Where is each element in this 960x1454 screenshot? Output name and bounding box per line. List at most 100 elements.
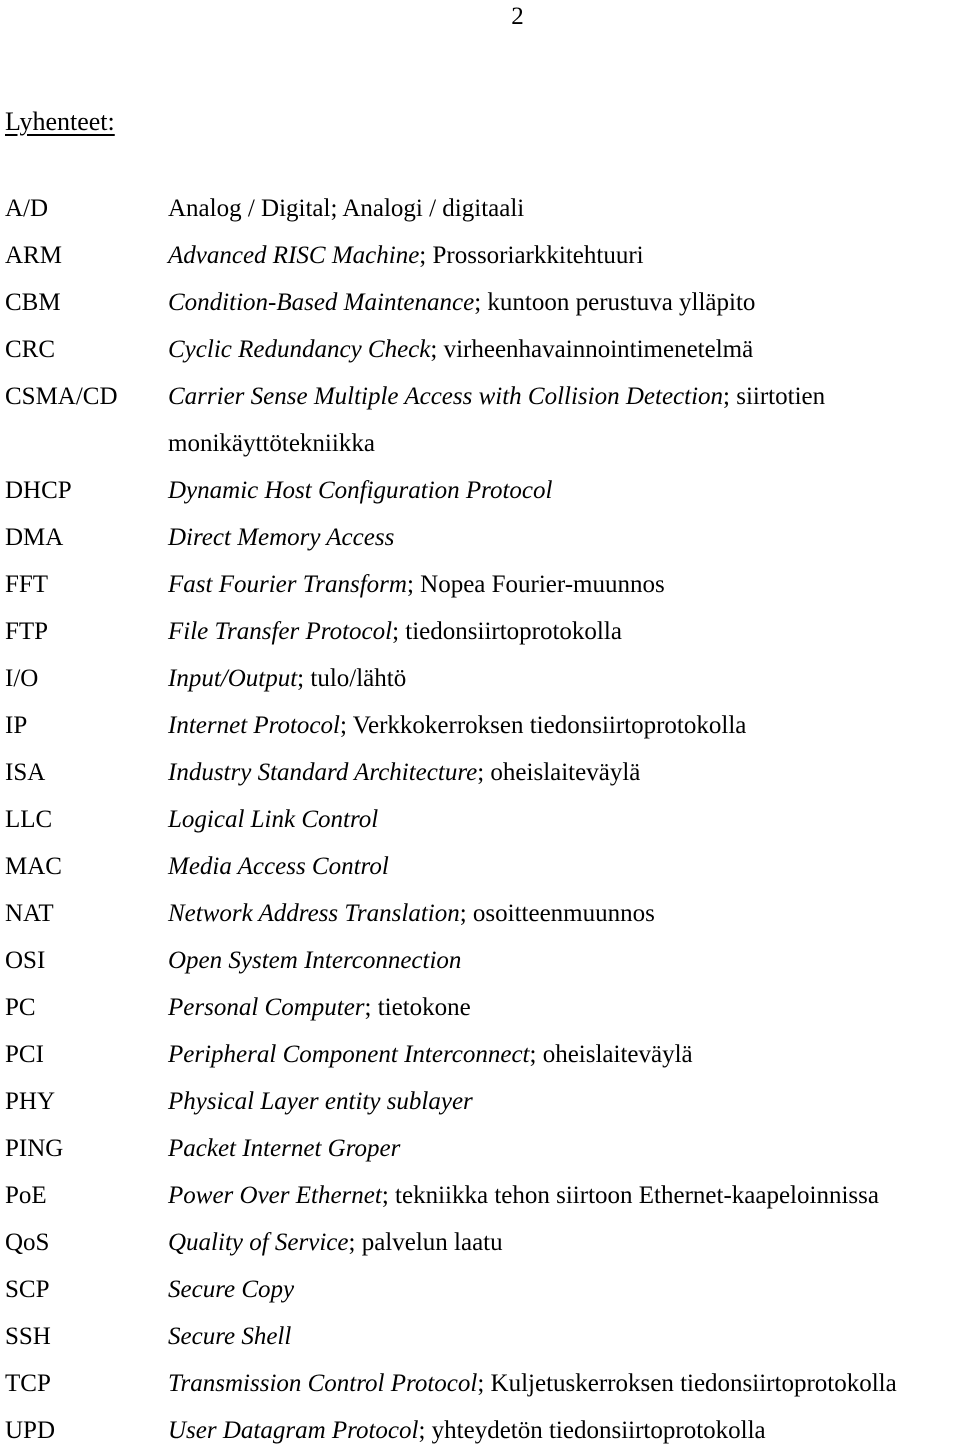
- abbreviation-list: A/D Analog / Digital; Analogi / digitaali…: [5, 185, 955, 1454]
- abbreviation-term: LLC: [5, 806, 53, 833]
- abbreviation-definition-finnish: tietokone: [377, 994, 471, 1021]
- abbreviation-row: NAT Network Address Translation; osoittee…: [5, 890, 955, 937]
- abbreviation-row: PC Personal Computer; tietokone: [5, 984, 955, 1031]
- abbreviation-separator: ;: [529, 1041, 543, 1068]
- abbreviation-row: SSH Secure Shell: [5, 1313, 955, 1360]
- abbreviation-definition: Direct Memory Access: [168, 514, 955, 561]
- abbreviation-separator: ;: [430, 336, 444, 363]
- abbreviation-definition-finnish: Kuljetuskerroksen tiedonsiirtoprotokolla: [490, 1370, 897, 1397]
- abbreviation-definition: Fast Fourier Transform; Nopea Fourier-mu…: [168, 561, 955, 608]
- abbreviation-definition: Industry Standard Architecture; oheislai…: [168, 749, 955, 796]
- abbreviation-definition: Personal Computer; tietokone: [168, 984, 955, 1031]
- abbreviation-term: PoE: [5, 1182, 47, 1209]
- abbreviation-term: I/O: [5, 665, 39, 692]
- abbreviation-row: MAC Media Access Control: [5, 843, 955, 890]
- abbreviation-definition: Media Access Control: [168, 843, 955, 890]
- section-heading-abbreviations: Lyhenteet:: [5, 107, 115, 136]
- abbreviation-row: TCP Transmission Control Protocol; Kuljet…: [5, 1360, 955, 1407]
- abbreviation-definition: Logical Link Control: [168, 796, 955, 843]
- abbreviation-separator: ;: [418, 1417, 432, 1444]
- abbreviation-definition-english: Media Access Control: [168, 853, 389, 880]
- abbreviation-row: PCI Peripheral Component Interconnect; oh…: [5, 1031, 955, 1078]
- abbreviation-term: CSMA/CD: [5, 383, 118, 410]
- abbreviation-definition: Analog / Digital; Analogi / digitaali: [168, 185, 955, 232]
- abbreviation-definition-english: File Transfer Protocol: [168, 618, 393, 645]
- abbreviation-definition-english: Cyclic Redundancy Check: [168, 336, 431, 363]
- abbreviation-definition-finnish: kuntoon perustuva ylläpito: [487, 289, 756, 316]
- abbreviation-row: CSMA/CD Carrier Sense Multiple Access wit…: [5, 373, 955, 420]
- abbreviation-term: NAT: [5, 900, 54, 927]
- abbreviation-definition-english: Carrier Sense Multiple Access with Colli…: [168, 383, 724, 410]
- abbreviation-separator: ;: [364, 994, 378, 1021]
- abbreviation-term: TCP: [5, 1370, 51, 1397]
- abbreviation-definition: Physical Layer entity sublayer: [168, 1078, 955, 1125]
- abbreviation-row: A/D Analog / Digital; Analogi / digitaali: [5, 185, 955, 232]
- abbreviation-definition-finnish: siirtotien: [736, 383, 826, 410]
- abbreviation-definition-english: Personal Computer: [168, 994, 365, 1021]
- abbreviation-definition-finnish: oheislaiteväylä: [542, 1041, 693, 1068]
- abbreviation-definition: Secure Shell: [168, 1313, 955, 1360]
- abbreviation-separator: ;: [330, 195, 343, 222]
- abbreviation-definition: Condition-Based Maintenance; kuntoon per…: [168, 279, 955, 326]
- abbreviation-definition: Cyclic Redundancy Check; virheenhavainno…: [168, 326, 955, 373]
- abbreviation-row: PHY Physical Layer entity sublayer: [5, 1078, 955, 1125]
- abbreviation-term: A/D: [5, 195, 49, 222]
- abbreviation-separator: ;: [339, 712, 353, 739]
- abbreviation-definition: Power Over Ethernet; tekniikka tehon sii…: [168, 1172, 955, 1219]
- abbreviation-term: QoS: [5, 1229, 50, 1256]
- abbreviation-row: ISA Industry Standard Architecture; oheis…: [5, 749, 955, 796]
- abbreviation-row: UPD User Datagram Protocol; yhteydetön ti…: [5, 1407, 955, 1454]
- abbreviation-term: IP: [5, 712, 28, 739]
- abbreviation-separator: ;: [474, 289, 488, 316]
- abbreviation-definition-english: Condition-Based Maintenance: [168, 289, 475, 316]
- abbreviation-definition-finnish: osoitteenmuunnos: [472, 900, 655, 927]
- abbreviation-definition: Network Address Translation; osoitteenmu…: [168, 890, 955, 937]
- abbreviation-definition-finnish: palvelun laatu: [361, 1229, 503, 1256]
- abbreviation-term: PCI: [5, 1041, 44, 1068]
- abbreviation-row: CRC Cyclic Redundancy Check; virheenhavai…: [5, 326, 955, 373]
- abbreviation-term: CBM: [5, 289, 61, 316]
- abbreviation-row: DMA Direct Memory Access: [5, 514, 955, 561]
- abbreviation-term: MAC: [5, 853, 62, 880]
- abbreviation-term: OSI: [5, 947, 46, 974]
- abbreviation-definition-finnish: tulo/lähtö: [310, 665, 407, 692]
- abbreviation-definition-english: User Datagram Protocol: [168, 1417, 419, 1444]
- abbreviation-definition-finnish: yhteydetön tiedonsiirtoprotokolla: [431, 1417, 766, 1444]
- abbreviation-row: OSI Open System Interconnection: [5, 937, 955, 984]
- document-page: 2 Lyhenteet: A/D Analog / Digital; Analog…: [0, 0, 960, 1444]
- abbreviation-definition: Input/Output; tulo/lähtö: [168, 655, 955, 702]
- abbreviation-separator: ;: [477, 1370, 491, 1397]
- abbreviation-definition-finnish: Verkkokerroksen tiedonsiirtoprotokolla: [352, 712, 747, 739]
- abbreviation-definition-english: Dynamic Host Configuration Protocol: [168, 477, 553, 504]
- abbreviation-definition: Transmission Control Protocol; Kuljetusk…: [168, 1360, 955, 1407]
- abbreviation-definition-english: Network Address Translation: [168, 900, 460, 927]
- abbreviation-separator: ;: [406, 571, 421, 598]
- abbreviation-definition-finnish: Analogi / digitaali: [342, 195, 525, 222]
- abbreviation-definition-finnish: Nopea Fourier-muunnos: [420, 571, 665, 598]
- abbreviation-definition-english: Transmission Control Protocol: [168, 1370, 478, 1397]
- abbreviation-definition: Packet Internet Groper: [168, 1125, 955, 1172]
- abbreviation-definition-english: Analog / Digital: [168, 195, 331, 222]
- abbreviation-row: IP Internet Protocol; Verkkokerroksen tie…: [5, 702, 955, 749]
- abbreviation-separator: ;: [459, 900, 473, 927]
- abbreviation-row: I/O Input/Output; tulo/lähtö: [5, 655, 955, 702]
- abbreviation-separator: ;: [348, 1229, 362, 1256]
- abbreviation-definition-english: Secure Copy: [168, 1276, 295, 1303]
- abbreviation-separator: ;: [297, 665, 311, 692]
- abbreviation-row: DHCP Dynamic Host Configuration Protocol: [5, 467, 955, 514]
- abbreviation-definition-continuation: monikäyttötekniikka: [168, 430, 375, 457]
- abbreviation-row: QoS Quality of Service; palvelun laatu: [5, 1219, 955, 1266]
- abbreviation-definition-finnish: tiedonsiirtoprotokolla: [405, 618, 622, 645]
- abbreviation-row: PING Packet Internet Groper: [5, 1125, 955, 1172]
- abbreviation-definition-english: Power Over Ethernet: [168, 1182, 382, 1209]
- abbreviation-definition-finnish: virheenhavainnointimenetelmä: [443, 336, 754, 363]
- abbreviation-separator: ;: [477, 759, 491, 786]
- abbreviation-row: LLC Logical Link Control: [5, 796, 955, 843]
- abbreviation-term: ISA: [5, 759, 46, 786]
- abbreviation-definition-english: Input/Output: [168, 665, 298, 692]
- abbreviation-definition-english: Logical Link Control: [168, 806, 379, 833]
- abbreviation-definition: Dynamic Host Configuration Protocol: [168, 467, 955, 514]
- abbreviation-row: CBM Condition-Based Maintenance; kuntoon …: [5, 279, 955, 326]
- abbreviation-term: PING: [5, 1135, 64, 1162]
- abbreviation-term: FFT: [5, 571, 49, 598]
